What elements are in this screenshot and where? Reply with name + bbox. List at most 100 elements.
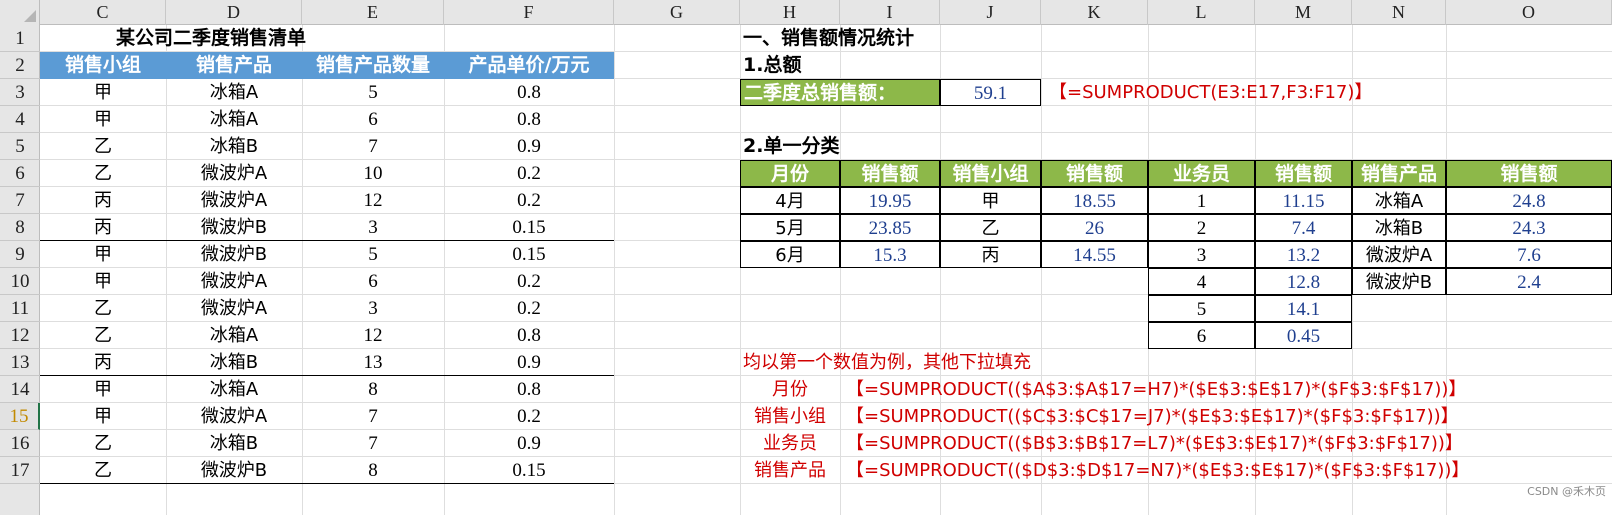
left-table-cell[interactable]: 12 — [302, 322, 444, 349]
row-header-9[interactable]: 9 — [0, 241, 40, 268]
column-header-N[interactable]: N — [1352, 0, 1446, 25]
group-value-cell[interactable]: 14.55 — [1041, 241, 1148, 268]
left-table-cell[interactable]: 0.15 — [444, 457, 614, 484]
left-table-cell[interactable]: 冰箱A — [166, 106, 302, 133]
left-table-cell[interactable]: 3 — [302, 214, 444, 241]
left-table-cell[interactable]: 微波炉A — [166, 187, 302, 214]
column-header-J[interactable]: J — [940, 0, 1041, 25]
left-table-header[interactable]: 销售产品数量 — [302, 52, 444, 79]
row-header-5[interactable]: 5 — [0, 133, 40, 160]
left-table-cell[interactable]: 丙 — [40, 187, 166, 214]
row-header-17[interactable]: 17 — [0, 457, 40, 484]
left-table-cell[interactable]: 冰箱A — [166, 376, 302, 403]
left-table-cell[interactable]: 3 — [302, 295, 444, 322]
column-header-D[interactable]: D — [166, 0, 302, 25]
left-table-cell[interactable]: 甲 — [40, 268, 166, 295]
row-header-4[interactable]: 4 — [0, 106, 40, 133]
select-all-corner[interactable] — [0, 0, 40, 25]
left-table-cell[interactable]: 0.15 — [444, 241, 614, 268]
left-table-cell[interactable]: 0.8 — [444, 322, 614, 349]
left-table-cell[interactable]: 甲 — [40, 106, 166, 133]
left-table-cell[interactable]: 6 — [302, 106, 444, 133]
left-table-cell[interactable]: 7 — [302, 430, 444, 457]
column-header-M[interactable]: M — [1255, 0, 1352, 25]
left-table-cell[interactable]: 甲 — [40, 241, 166, 268]
row-header-11[interactable]: 11 — [0, 295, 40, 322]
column-header-H[interactable]: H — [740, 0, 840, 25]
month-label-cell[interactable]: 4月 — [740, 187, 840, 214]
left-table-cell[interactable]: 微波炉B — [166, 214, 302, 241]
staff-label-cell[interactable]: 4 — [1148, 268, 1255, 295]
stats-header[interactable]: 销售额 — [1255, 160, 1352, 187]
left-table-cell[interactable]: 冰箱B — [166, 349, 302, 376]
total-subtitle[interactable]: 1.总额 — [740, 52, 940, 79]
row-header-8[interactable]: 8 — [0, 214, 40, 241]
formula-text[interactable]: 【=SUMPRODUCT(($D$3:$D$17=N7)*($E$3:$E$17… — [840, 457, 1612, 484]
left-table-cell[interactable]: 丙 — [40, 349, 166, 376]
staff-value-cell[interactable]: 0.45 — [1255, 322, 1352, 349]
staff-label-cell[interactable]: 3 — [1148, 241, 1255, 268]
left-table-cell[interactable]: 乙 — [40, 160, 166, 187]
staff-label-cell[interactable]: 5 — [1148, 295, 1255, 322]
stats-header[interactable]: 销售额 — [1446, 160, 1612, 187]
formula-label[interactable]: 销售小组 — [740, 403, 840, 430]
row-header-3[interactable]: 3 — [0, 79, 40, 106]
row-header-2[interactable]: 2 — [0, 52, 40, 79]
formula-label[interactable]: 业务员 — [740, 430, 840, 457]
column-header-L[interactable]: L — [1148, 0, 1255, 25]
group-label-cell[interactable]: 乙 — [940, 214, 1041, 241]
group-label-cell[interactable]: 甲 — [940, 187, 1041, 214]
staff-label-cell[interactable]: 2 — [1148, 214, 1255, 241]
left-table-cell[interactable]: 5 — [302, 79, 444, 106]
formula-text[interactable]: 【=SUMPRODUCT(($A$3:$A$17=H7)*($E$3:$E$17… — [840, 376, 1612, 403]
staff-label-cell[interactable]: 1 — [1148, 187, 1255, 214]
left-table-cell[interactable]: 微波炉A — [166, 160, 302, 187]
left-table-cell[interactable]: 0.9 — [444, 430, 614, 457]
left-table-header[interactable]: 产品单价/万元 — [444, 52, 614, 79]
left-table-cell[interactable]: 微波炉A — [166, 403, 302, 430]
left-table-cell[interactable]: 乙 — [40, 322, 166, 349]
left-table-cell[interactable]: 乙 — [40, 295, 166, 322]
left-table-cell[interactable]: 冰箱A — [166, 322, 302, 349]
row-header-6[interactable]: 6 — [0, 160, 40, 187]
left-table-cell[interactable]: 微波炉B — [166, 241, 302, 268]
left-table-cell[interactable]: 0.2 — [444, 187, 614, 214]
staff-value-cell[interactable]: 12.8 — [1255, 268, 1352, 295]
product-value-cell[interactable]: 7.6 — [1446, 241, 1612, 268]
row-header-7[interactable]: 7 — [0, 187, 40, 214]
left-table-cell[interactable]: 0.8 — [444, 106, 614, 133]
formula-text[interactable]: 【=SUMPRODUCT(($C$3:$C$17=J7)*($E$3:$E$17… — [840, 403, 1612, 430]
left-table-cell[interactable]: 0.2 — [444, 403, 614, 430]
product-value-cell[interactable]: 2.4 — [1446, 268, 1612, 295]
left-table-cell[interactable]: 7 — [302, 403, 444, 430]
product-label-cell[interactable]: 冰箱B — [1352, 214, 1446, 241]
group-value-cell[interactable]: 18.55 — [1041, 187, 1148, 214]
month-value-cell[interactable]: 23.85 — [840, 214, 940, 241]
product-label-cell[interactable]: 冰箱A — [1352, 187, 1446, 214]
month-value-cell[interactable]: 15.3 — [840, 241, 940, 268]
left-table-cell[interactable]: 0.2 — [444, 295, 614, 322]
left-table-cell[interactable]: 甲 — [40, 376, 166, 403]
stats-header[interactable]: 销售小组 — [940, 160, 1041, 187]
row-header-12[interactable]: 12 — [0, 322, 40, 349]
column-header-E[interactable]: E — [302, 0, 444, 25]
total-label[interactable]: 二季度总销售额： — [740, 79, 940, 106]
left-table-cell[interactable]: 微波炉B — [166, 457, 302, 484]
left-table-cell[interactable]: 7 — [302, 133, 444, 160]
left-table-cell[interactable]: 0.9 — [444, 349, 614, 376]
left-table-cell[interactable]: 0.8 — [444, 376, 614, 403]
month-label-cell[interactable]: 6月 — [740, 241, 840, 268]
left-table-cell[interactable]: 0.9 — [444, 133, 614, 160]
staff-value-cell[interactable]: 7.4 — [1255, 214, 1352, 241]
total-formula[interactable]: 【=SUMPRODUCT(E3:E17,F3:F17)】 — [1041, 79, 1372, 106]
row-header-13[interactable]: 13 — [0, 349, 40, 376]
product-label-cell[interactable]: 微波炉A — [1352, 241, 1446, 268]
left-table-cell[interactable]: 乙 — [40, 133, 166, 160]
column-header-C[interactable]: C — [40, 0, 166, 25]
group-value-cell[interactable]: 26 — [1041, 214, 1148, 241]
month-label-cell[interactable]: 5月 — [740, 214, 840, 241]
left-table-cell[interactable]: 0.8 — [444, 79, 614, 106]
left-table-header[interactable]: 销售产品 — [166, 52, 302, 79]
row-header-14[interactable]: 14 — [0, 376, 40, 403]
column-header-G[interactable]: G — [614, 0, 740, 25]
